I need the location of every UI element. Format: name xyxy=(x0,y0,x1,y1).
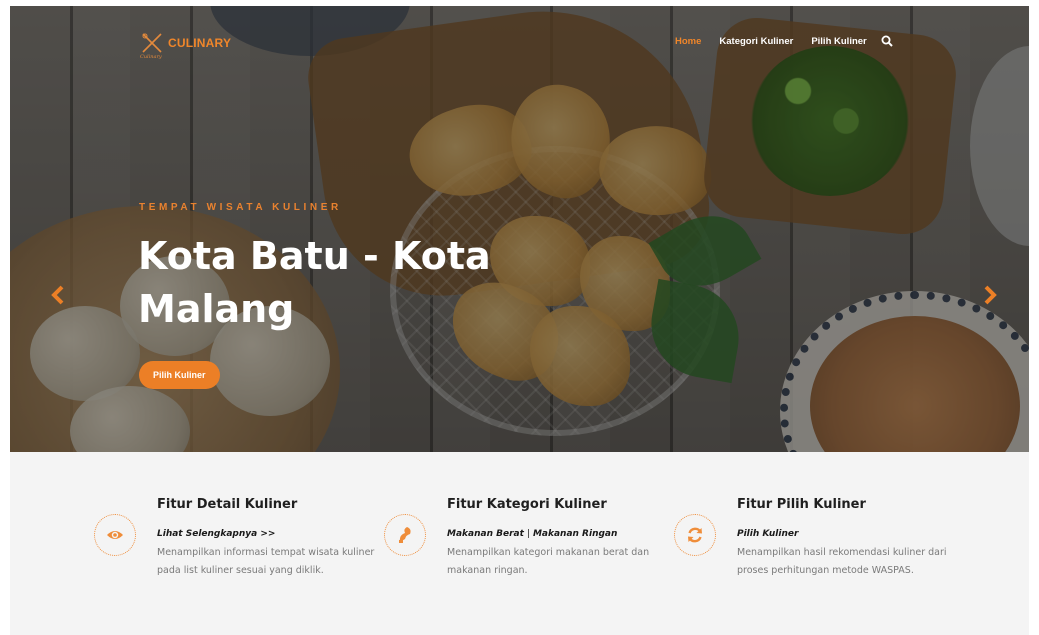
feature-title: Fitur Detail Kuliner xyxy=(157,497,298,512)
eye-icon xyxy=(94,514,136,556)
feature-kategori-kuliner: Fitur Kategori Kuliner Makanan Berat | M… xyxy=(384,452,664,602)
search-icon[interactable] xyxy=(881,35,893,47)
page: CULINARY Culinary Home Kategori Kuliner … xyxy=(10,6,1029,635)
feature-description: Menampilkan hasil rekomendasi kuliner da… xyxy=(737,547,947,576)
brand-tagline: Culinary xyxy=(140,54,162,60)
pilih-kuliner-link[interactable]: Pilih Kuliner xyxy=(737,529,798,539)
nav-item-pilih-kuliner[interactable]: Pilih Kuliner xyxy=(811,36,866,47)
makanan-berat-link[interactable]: Makanan Berat xyxy=(447,529,524,539)
main-nav: Home Kategori Kuliner Pilih Kuliner xyxy=(675,34,893,48)
feature-title: Fitur Kategori Kuliner xyxy=(447,497,607,512)
nav-item-home[interactable]: Home xyxy=(675,36,701,47)
feature-description: Menampilkan informasi tempat wisata kuli… xyxy=(157,547,375,576)
features-section: Fitur Detail Kuliner Lihat Selengkapnya … xyxy=(10,452,1029,635)
site-logo[interactable]: CULINARY Culinary xyxy=(140,32,240,62)
feature-pilih-kuliner: Fitur Pilih Kuliner Pilih Kuliner Menamp… xyxy=(674,452,954,602)
feature-title: Fitur Pilih Kuliner xyxy=(737,497,866,512)
makanan-ringan-link[interactable]: Makanan Ringan xyxy=(533,529,617,539)
chevron-left-icon[interactable] xyxy=(50,284,66,306)
pilih-kuliner-button[interactable]: Pilih Kuliner xyxy=(139,361,220,389)
feature-detail-kuliner: Fitur Detail Kuliner Lihat Selengkapnya … xyxy=(94,452,374,602)
refresh-icon xyxy=(674,514,716,556)
hero-eyebrow: TEMPAT WISATA KULINER xyxy=(139,202,342,213)
hero-slider: CULINARY Culinary Home Kategori Kuliner … xyxy=(10,6,1029,452)
nav-item-kategori-kuliner[interactable]: Kategori Kuliner xyxy=(719,36,793,47)
feature-description: Menampilkan kategori makanan berat dan m… xyxy=(447,547,650,576)
category-links: Makanan Berat | Makanan Ringan xyxy=(447,529,617,539)
food-category-icon xyxy=(384,514,426,556)
lihat-selengkapnya-link[interactable]: Lihat Selengkapnya >> xyxy=(157,529,275,539)
chevron-right-icon[interactable] xyxy=(982,284,998,306)
hero-headline: Kota Batu - Kota Malang xyxy=(138,234,491,331)
brand-name: CULINARY xyxy=(168,36,232,50)
